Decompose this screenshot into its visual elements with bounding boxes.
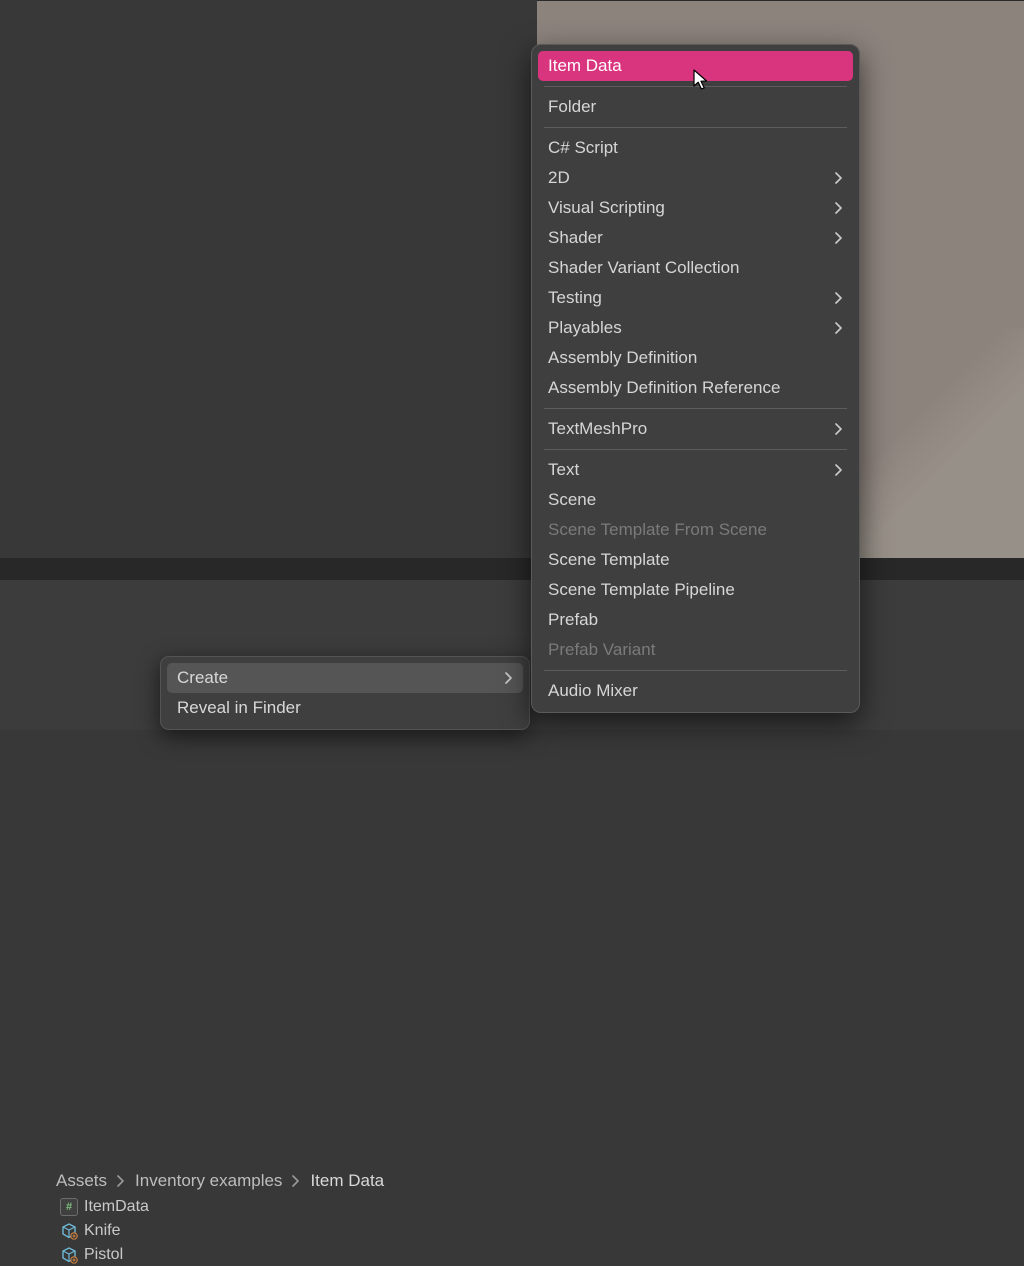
menu-label: 2D [548, 167, 570, 189]
context-menu: Create Reveal in Finder [160, 656, 530, 730]
chevron-right-icon [117, 1175, 125, 1187]
chevron-right-icon [505, 672, 513, 684]
menu-label: Assembly Definition [548, 347, 697, 369]
create-submenu: Item Data Folder C# Script 2D Visual Scr… [531, 44, 860, 713]
menu-label: Create [177, 668, 228, 688]
menu-label: Visual Scripting [548, 197, 665, 219]
asset-label: Knife [84, 1222, 120, 1240]
menu-label: Scene [548, 489, 596, 511]
asset-item-prefab[interactable]: Pistol [60, 1244, 149, 1266]
menu-label: Prefab [548, 609, 598, 631]
scene-viewport-area [0, 0, 1024, 558]
menu-label: TextMeshPro [548, 418, 647, 440]
viewport-left-panel [0, 0, 537, 558]
menu-label: Shader [548, 227, 603, 249]
menu-item-text[interactable]: Text [538, 455, 853, 485]
menu-label: Playables [548, 317, 622, 339]
chevron-right-icon [835, 464, 843, 476]
menu-item-playables[interactable]: Playables [538, 313, 853, 343]
menu-separator [544, 408, 847, 409]
asset-label: Pistol [84, 1246, 123, 1264]
chevron-right-icon [835, 423, 843, 435]
menu-item-2d[interactable]: 2D [538, 163, 853, 193]
asset-item-prefab[interactable]: Knife [60, 1220, 149, 1242]
menu-item-scene[interactable]: Scene [538, 485, 853, 515]
breadcrumb-item-assets[interactable]: Assets [52, 1171, 111, 1191]
menu-item-shader[interactable]: Shader [538, 223, 853, 253]
chevron-right-icon [835, 232, 843, 244]
menu-item-assembly-definition-reference[interactable]: Assembly Definition Reference [538, 373, 853, 403]
menu-label: Assembly Definition Reference [548, 377, 780, 399]
asset-item-script[interactable]: # ItemData [60, 1196, 149, 1218]
menu-label: Text [548, 459, 579, 481]
chevron-right-icon [835, 172, 843, 184]
chevron-right-icon [835, 202, 843, 214]
menu-item-audio-mixer[interactable]: Audio Mixer [538, 676, 853, 706]
menu-label: Item Data [548, 55, 622, 77]
menu-item-scene-template[interactable]: Scene Template [538, 545, 853, 575]
menu-label: Shader Variant Collection [548, 257, 740, 279]
menu-item-csharp-script[interactable]: C# Script [538, 133, 853, 163]
breadcrumb: Assets Inventory examples Item Data [52, 1169, 388, 1193]
menu-label: Prefab Variant [548, 639, 655, 661]
chevron-right-icon [835, 322, 843, 334]
menu-label: Testing [548, 287, 602, 309]
menu-item-create[interactable]: Create [167, 663, 523, 693]
menu-item-item-data[interactable]: Item Data [538, 51, 853, 81]
menu-item-prefab[interactable]: Prefab [538, 605, 853, 635]
panel-divider[interactable] [0, 558, 1024, 580]
menu-separator [544, 127, 847, 128]
menu-separator [544, 86, 847, 87]
menu-item-scene-template-pipeline[interactable]: Scene Template Pipeline [538, 575, 853, 605]
menu-item-textmeshpro[interactable]: TextMeshPro [538, 414, 853, 444]
menu-item-assembly-definition[interactable]: Assembly Definition [538, 343, 853, 373]
breadcrumb-item-current[interactable]: Item Data [306, 1171, 388, 1191]
menu-label: Reveal in Finder [177, 698, 301, 718]
menu-label: Scene Template From Scene [548, 519, 767, 541]
prefab-icon [60, 1222, 78, 1240]
menu-item-reveal-in-finder[interactable]: Reveal in Finder [167, 693, 523, 723]
menu-label: Scene Template Pipeline [548, 579, 735, 601]
menu-item-folder[interactable]: Folder [538, 92, 853, 122]
chevron-right-icon [835, 292, 843, 304]
menu-item-scene-template-from-scene: Scene Template From Scene [538, 515, 853, 545]
menu-label: Folder [548, 96, 596, 118]
breadcrumb-item-inventory[interactable]: Inventory examples [131, 1171, 286, 1191]
csharp-script-icon: # [60, 1198, 78, 1216]
menu-separator [544, 670, 847, 671]
asset-label: ItemData [84, 1198, 149, 1216]
menu-item-shader-variant-collection[interactable]: Shader Variant Collection [538, 253, 853, 283]
menu-item-visual-scripting[interactable]: Visual Scripting [538, 193, 853, 223]
chevron-right-icon [292, 1175, 300, 1187]
asset-list: # ItemData Knife [60, 1196, 149, 1266]
menu-item-testing[interactable]: Testing [538, 283, 853, 313]
menu-label: Scene Template [548, 549, 670, 571]
menu-label: C# Script [548, 137, 618, 159]
prefab-icon [60, 1246, 78, 1264]
menu-label: Audio Mixer [548, 680, 638, 702]
menu-item-prefab-variant: Prefab Variant [538, 635, 853, 665]
menu-separator [544, 449, 847, 450]
